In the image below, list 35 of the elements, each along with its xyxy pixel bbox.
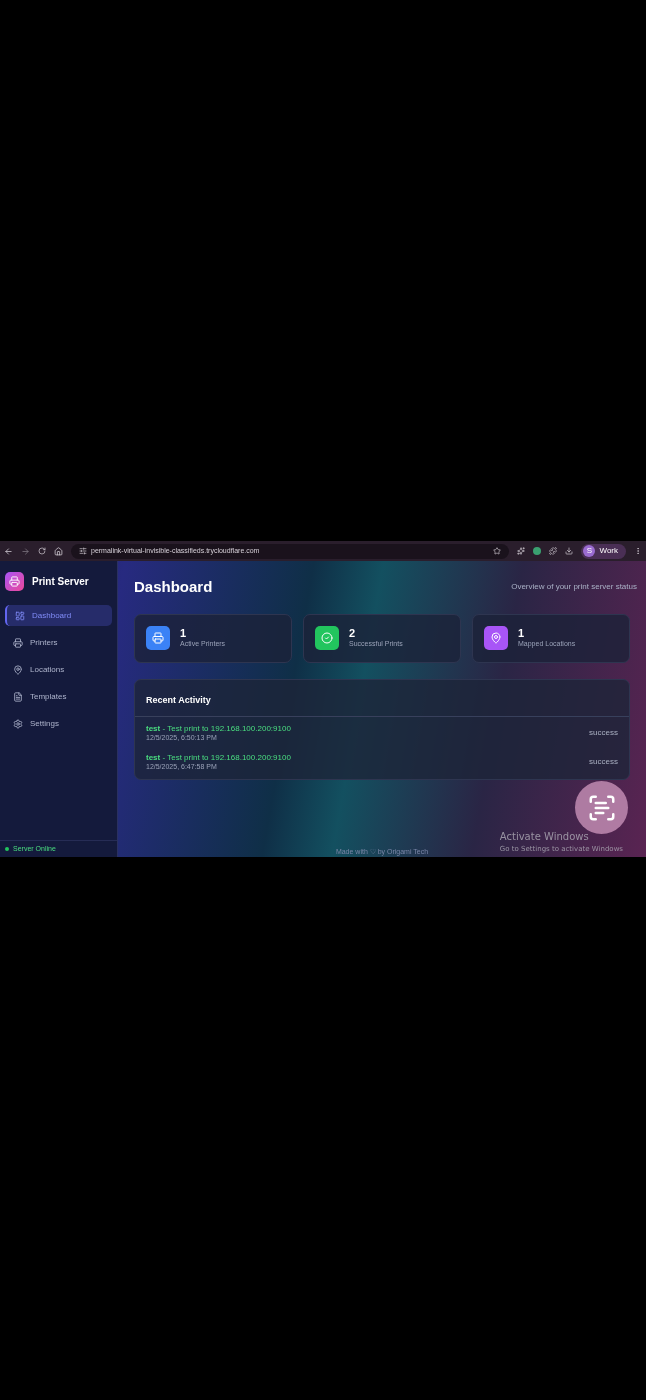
home-icon[interactable] [54, 546, 63, 556]
site-settings-icon[interactable] [79, 547, 87, 555]
stat-value: 1 [180, 626, 188, 639]
nav-item[interactable]: Locations [5, 659, 112, 680]
dashboard-icon [15, 610, 25, 621]
page-title: Dashboard [134, 577, 213, 597]
printer-icon [146, 626, 170, 650]
page-subtitle: Overview of your print server status [511, 581, 637, 594]
logo-icon [5, 572, 24, 591]
reload-icon[interactable] [38, 547, 46, 555]
profile-button[interactable]: S Work [581, 543, 626, 559]
scan-text-button[interactable] [575, 781, 628, 834]
bookmark-icon[interactable] [493, 547, 502, 555]
activity-message: test - Test print to 192.168.100.200:9100 [146, 752, 291, 763]
activity-status: success [589, 755, 618, 768]
extensions-icon[interactable] [549, 547, 558, 555]
activation-title: Activate Windows [499, 829, 590, 844]
card-title: Recent Activity [146, 694, 211, 705]
brand-name: Print Server [32, 575, 89, 589]
back-icon[interactable] [4, 546, 13, 556]
map-pin-icon [484, 626, 508, 650]
nav-item[interactable]: Templates [5, 686, 112, 707]
nav-item[interactable]: Dashboard [5, 605, 112, 626]
nav-item[interactable]: Printers [5, 632, 112, 653]
stat-value: 2 [349, 626, 357, 639]
activity-message: test - Test print to 192.168.100.200:9100 [146, 723, 291, 734]
download-icon[interactable] [565, 547, 574, 555]
menu-icon[interactable] [634, 547, 642, 555]
nav-item[interactable]: Settings [5, 713, 112, 734]
gear-icon [13, 718, 23, 729]
stat-value: 1 [518, 626, 526, 639]
document-icon [13, 691, 23, 702]
map-pin-icon [13, 664, 23, 675]
printer-icon [13, 637, 23, 648]
activity-status: success [589, 726, 618, 739]
